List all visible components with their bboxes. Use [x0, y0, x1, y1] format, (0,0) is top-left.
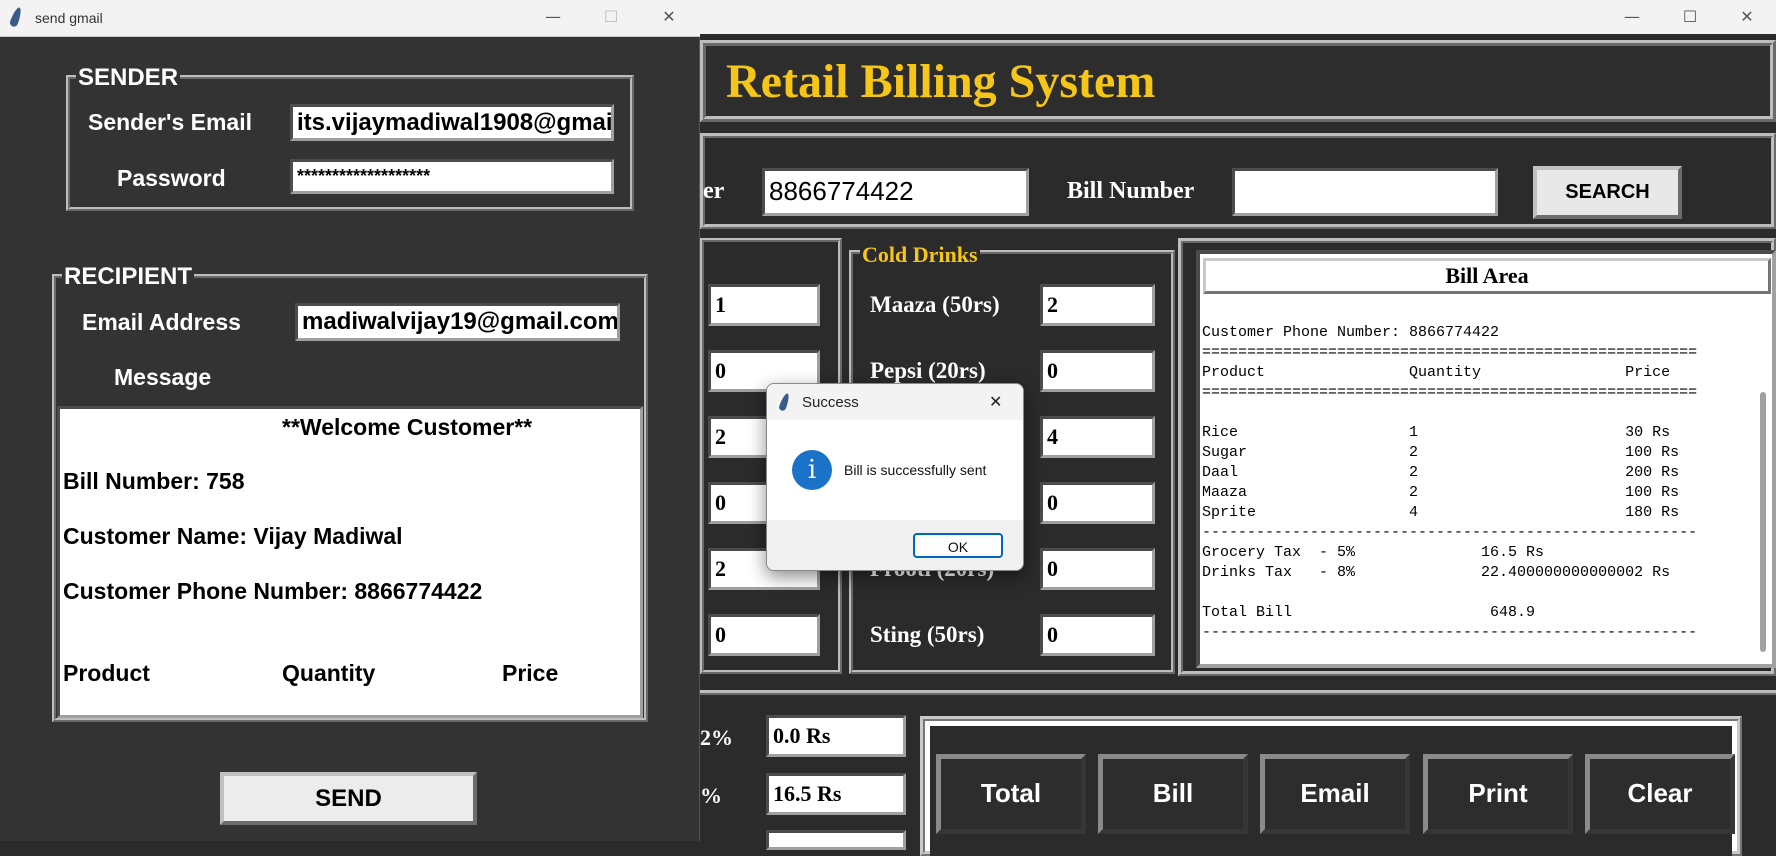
maximize-icon[interactable]: ☐ [582, 0, 640, 34]
bill-line: Total Bill 648.9 [1202, 604, 1536, 621]
gmail-window-title: send gmail [35, 10, 103, 26]
tax-label-1: 2% [700, 725, 733, 750]
bill-area-title: Bill Area [1203, 258, 1771, 294]
print-button[interactable]: Print [1423, 754, 1573, 834]
search-button[interactable]: SEARCH [1533, 166, 1682, 219]
bill-line: ----------------------------------------… [1202, 524, 1698, 541]
close-icon[interactable]: ✕ [640, 0, 698, 34]
close-icon[interactable]: ✕ [989, 392, 1002, 411]
phone-label: er [703, 178, 725, 204]
gmail-titlebar[interactable]: send gmail — ☐ ✕ [0, 0, 700, 37]
drink-quantity-input[interactable]: 4 [1040, 416, 1155, 458]
phone-input[interactable]: 8866774422 [762, 168, 1029, 216]
tax-label-2: % [700, 783, 722, 808]
minimize-icon[interactable]: — [1603, 0, 1661, 34]
bill-line: Maaza 2 100 Rs [1202, 484, 1680, 501]
info-icon: i [792, 450, 832, 490]
message-bill-number: Bill Number: 758 [63, 468, 245, 494]
drink-quantity-input[interactable]: 2 [1040, 284, 1155, 326]
recipient-email-input[interactable]: madiwalvijay19@gmail.com [295, 303, 620, 341]
drink-label: Maaza (50rs) [870, 292, 1000, 317]
cold-drinks-title: Cold Drinks [860, 242, 980, 268]
minimize-icon[interactable]: — [524, 0, 582, 34]
feather-icon [8, 6, 24, 28]
success-dialog: Success ✕ i Bill is successfully sent OK [766, 383, 1024, 571]
bill-line: Grocery Tax - 5% 16.5 Rs [1202, 544, 1545, 561]
dialog-title: Success [802, 394, 859, 411]
main-titlebar[interactable]: — ☐ ✕ [700, 0, 1776, 34]
message-welcome: **Welcome Customer** [282, 414, 533, 440]
title-banner: Retail Billing System [700, 40, 1776, 122]
recipient-legend: RECIPIENT [62, 263, 195, 291]
maximize-icon[interactable]: ☐ [1661, 0, 1719, 34]
password-label: Password [117, 165, 226, 191]
sender-legend: SENDER [76, 64, 181, 92]
drink-quantity-input[interactable]: 0 [1040, 482, 1155, 524]
bill-number-label: Bill Number [1067, 178, 1195, 204]
bill-line: Customer Phone Number: 8866774422 [1202, 324, 1500, 341]
drink-quantity-input[interactable]: 0 [1040, 614, 1155, 656]
message-col-product: Product [63, 660, 150, 686]
clear-button[interactable]: Clear [1585, 754, 1735, 834]
message-col-quantity: Quantity [282, 660, 376, 686]
dialog-message: Bill is successfully sent [844, 462, 987, 478]
ok-button[interactable]: OK [913, 533, 1003, 558]
message-col-price: Price [502, 660, 559, 686]
recipient-email-label: Email Address [82, 309, 241, 335]
password-input[interactable]: ******************* [290, 159, 614, 194]
drink-quantity-input[interactable]: 0 [1040, 548, 1155, 590]
grocery-quantity-input[interactable]: 1 [708, 284, 820, 326]
feather-icon [778, 392, 791, 412]
send-button[interactable]: SEND [220, 772, 477, 825]
sender-email-label: Sender's Email [88, 109, 252, 135]
bill-line: Rice 1 30 Rs [1202, 424, 1671, 441]
drink-label: Sting (50rs) [870, 622, 985, 647]
message-label: Message [114, 364, 212, 390]
dialog-titlebar[interactable]: Success ✕ [767, 384, 1023, 420]
drink-label: Pepsi (20rs) [870, 358, 986, 383]
bill-button[interactable]: Bill [1098, 754, 1248, 834]
email-button[interactable]: Email [1260, 754, 1410, 834]
bill-scrollbar[interactable] [1760, 392, 1766, 652]
bill-line: Drinks Tax - 8% 22.400000000000002 Rs [1202, 564, 1671, 581]
bill-line: Sprite 4 180 Rs [1202, 504, 1680, 521]
bill-line: Sugar 2 100 Rs [1202, 444, 1680, 461]
tax-value-2[interactable]: 16.5 Rs [766, 773, 906, 815]
bill-line: ----------------------------------------… [1202, 624, 1698, 641]
tax-value-1[interactable]: 0.0 Rs [766, 715, 906, 757]
sender-email-input[interactable]: its.vijaymadiwal1908@gmail.com [290, 104, 614, 141]
close-icon[interactable]: ✕ [1718, 0, 1776, 34]
message-customer-phone: Customer Phone Number: 8866774422 [63, 578, 483, 604]
message-textarea[interactable]: **Welcome Customer** Bill Number: 758 Cu… [57, 406, 643, 718]
bill-line: Product Quantity Price [1202, 364, 1671, 381]
bill-line: ========================================… [1202, 384, 1698, 401]
grocery-quantity-input[interactable]: 0 [708, 614, 820, 656]
bill-line: ========================================… [1202, 344, 1698, 361]
drink-quantity-input[interactable]: 0 [1040, 350, 1155, 392]
message-customer-name: Customer Name: Vijay Madiwal [63, 523, 403, 549]
bill-line: Daal 2 200 Rs [1202, 464, 1680, 481]
total-button[interactable]: Total [936, 754, 1086, 834]
bill-number-input[interactable] [1232, 168, 1498, 216]
tax-value-3[interactable] [766, 830, 906, 850]
page-title: Retail Billing System [726, 55, 1156, 108]
